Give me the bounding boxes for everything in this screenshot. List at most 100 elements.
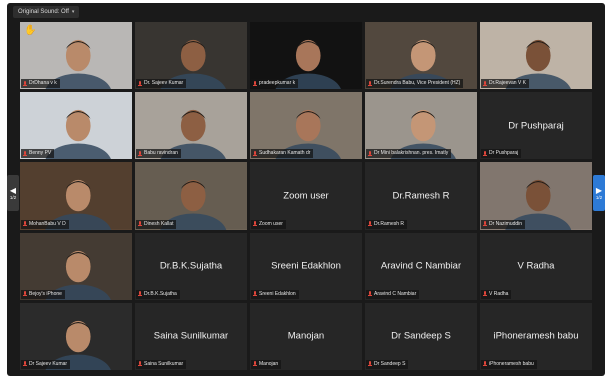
participant-nameplate: Benny PV [21,149,55,159]
participant-nameplate: iPhoneramesh babu [481,359,537,369]
participant-tile[interactable]: Manojan Manojan [250,302,362,370]
participant-display-name: Dr.Ramesh R [392,190,450,202]
muted-mic-icon [138,150,142,157]
participant-tile[interactable]: Dr.B.K.Sujatha Dr.B.K.Sujatha [135,232,247,300]
participant-nameplate: Sudhakaran Kamath dr [251,149,314,159]
original-sound-label: Original Sound: Off [18,9,69,15]
participant-display-name: V Radha [517,260,555,272]
muted-mic-icon [138,80,142,87]
participant-name: Dr.B.K.Sujatha [144,290,177,297]
chevron-left-icon: ◀ [9,185,17,195]
participant-tile[interactable]: Dr Sajeev Kumar [20,302,132,370]
participant-name: Dr.Rajeevan V K [489,80,526,87]
participant-tile[interactable]: Benny PV [20,92,132,160]
muted-mic-icon [23,221,27,227]
participant-tile[interactable]: Dr Pushparaj Dr Pushparaj [480,92,592,160]
participant-display-name: Aravind C Nambiar [380,260,462,272]
participant-tile[interactable]: Zoom user Zoom user [250,162,362,230]
participant-tile[interactable]: ✋ DrDhana v k [20,22,132,90]
participant-nameplate: Dr. Sajeev Kumar [136,79,187,89]
muted-mic-icon [253,361,257,367]
participant-nameplate: Babu ravindran [136,149,181,159]
participant-nameplate: pradeepkumar k [251,79,299,89]
participant-name: Manojan [259,360,279,367]
muted-mic-icon [483,221,487,227]
muted-mic-icon [23,291,27,297]
muted-mic-icon [253,80,257,87]
participant-display-name: Dr Sandeep S [391,330,451,342]
participant-name: Zoom user [259,220,283,227]
muted-mic-icon [23,150,27,157]
participant-nameplate: Dr Sajeev Kumar [21,359,71,369]
muted-mic-icon [253,291,257,297]
muted-mic-icon [253,150,257,157]
participant-tile[interactable]: Aravind C Nambiar Aravind C Nambiar [365,232,477,300]
participant-tile[interactable]: Saina Sunilkumar Saina Sunilkumar [135,302,247,370]
participant-tile[interactable]: Dinesh Kallat [135,162,247,230]
top-bar: Original Sound: Off ▾ [7,3,605,21]
next-page-button[interactable]: ▶ 1/2 [593,175,605,211]
participant-nameplate: MohanBabu V D [21,219,69,229]
participant-name: Dr Sandeep S [374,360,406,367]
muted-mic-icon [483,80,487,87]
participant-tile[interactable]: Dr Mini balakrishnan. pres. Imatly [365,92,477,160]
gallery-grid: ✋ DrDhana v k Dr. Sajeev Kumar pradeepkumar… [20,22,592,370]
participant-tile[interactable]: Sreeni Edakhlon Sreeni Edakhlon [250,232,362,300]
participant-display-name: Manojan [287,330,325,342]
participant-nameplate: Dr.Ramesh R [366,219,408,229]
participant-name: Babu ravindran [144,150,178,157]
participant-name: Dr Sajeev Kumar [29,360,68,367]
participant-tile[interactable]: Bejoy's iPhone [20,232,132,300]
participant-name: Benny PV [29,150,52,157]
participant-nameplate: Dr Mini balakrishnan. pres. Imatly [366,149,452,159]
muted-mic-icon [368,80,372,87]
participant-tile[interactable]: V Radha V Radha [480,232,592,300]
participant-tile[interactable]: Dr.Rajeevan V K [480,22,592,90]
participant-name: Dr.Surendra Babu, Vice President (HZ) [374,80,461,87]
muted-mic-icon [368,361,372,367]
participant-tile[interactable]: Dr.Surendra Babu, Vice President (HZ) [365,22,477,90]
participant-nameplate: Dr.B.K.Sujatha [136,289,180,299]
participant-name: V Radha [489,290,509,297]
participant-tile[interactable]: pradeepkumar k [250,22,362,90]
muted-mic-icon [138,361,142,367]
participant-tile[interactable]: Babu ravindran [135,92,247,160]
previous-page-button[interactable]: ◀ 1/2 [7,175,19,211]
participant-name: Dr Pushparaj [489,150,519,157]
participant-nameplate: Dr Sandeep S [366,359,409,369]
participant-tile[interactable]: Dr. Sajeev Kumar [135,22,247,90]
participant-name: iPhoneramesh babu [489,360,534,367]
participant-name: MohanBabu V D [29,220,66,227]
participant-display-name: Dr Pushparaj [508,120,564,132]
muted-mic-icon [483,291,487,297]
participant-tile[interactable]: MohanBabu V D [20,162,132,230]
muted-mic-icon [138,291,142,297]
participant-tile[interactable]: Dr Sandeep S Dr Sandeep S [365,302,477,370]
participant-tile[interactable]: iPhoneramesh babu iPhoneramesh babu [480,302,592,370]
muted-mic-icon [368,221,372,227]
participant-nameplate: Sreeni Edakhlon [251,289,299,299]
participant-nameplate: Bejoy's iPhone [21,289,65,299]
participant-name: Dr Mini balakrishnan. pres. Imatly [374,150,449,157]
participant-name: pradeepkumar k [259,80,296,87]
participant-name: Bejoy's iPhone [29,290,62,297]
original-sound-toggle[interactable]: Original Sound: Off ▾ [13,6,80,18]
zoom-meeting-window: Original Sound: Off ▾ ✋ DrDhana v k Dr. Sa… [7,3,605,376]
participant-tile[interactable]: Dr.Ramesh R Dr.Ramesh R [365,162,477,230]
muted-mic-icon [483,150,487,157]
muted-mic-icon [138,221,142,227]
participant-nameplate: DrDhana v k [21,79,60,89]
participant-name: Saina Sunilkumar [144,360,184,367]
muted-mic-icon [23,80,27,87]
participant-name: Sreeni Edakhlon [259,290,296,297]
participant-nameplate: V Radha [481,289,512,299]
participant-nameplate: Zoom user [251,219,286,229]
muted-mic-icon [483,361,487,367]
participant-display-name: Saina Sunilkumar [153,330,229,342]
participant-tile[interactable]: Dr Nazimuddin [480,162,592,230]
participant-tile[interactable]: Sudhakaran Kamath dr [250,92,362,160]
muted-mic-icon [253,221,257,227]
participant-nameplate: Aravind C Nambiar [366,289,420,299]
participant-display-name: Zoom user [283,190,329,202]
participant-nameplate: Dr Nazimuddin [481,219,526,229]
